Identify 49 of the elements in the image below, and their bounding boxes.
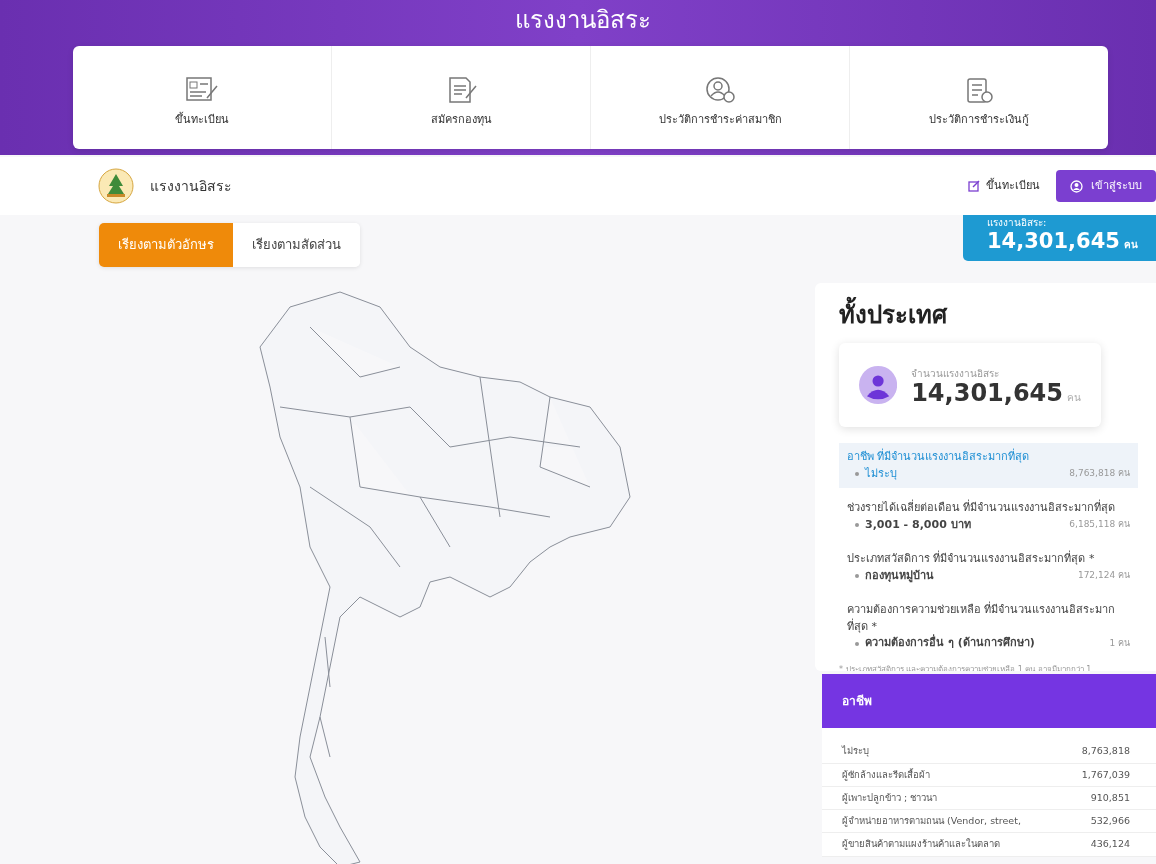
highlight-heading: ช่วงรายได้เฉลี่ยต่อเดือน ที่มีจำนวนแรงงานอิสระมากที่สุด	[847, 500, 1117, 517]
person-coin-icon	[703, 76, 737, 105]
highlight-value: ไม่ระบุ	[865, 465, 897, 482]
emblem-icon	[98, 168, 134, 204]
highlight-value: 3,001 - 8,000 บาท	[865, 516, 971, 533]
register-link[interactable]: ขึ้นทะเบียน	[968, 177, 1040, 195]
occupation-count: 1,767,039	[1081, 767, 1130, 782]
page-title: แรงงานอิสระ	[513, 5, 652, 32]
highlight-heading: ความต้องการความช่วยเหลือ ที่มีจำนวนแรงงานอิสระมากที่สุด *	[847, 602, 1117, 634]
menu-item[interactable]: ประวัติการชำระค่าสมาชิก	[591, 46, 850, 149]
highlight-count: 6,185,118 คน	[1069, 518, 1130, 532]
bullet-icon	[855, 574, 859, 579]
sort-tab[interactable]: เรียงตามสัดส่วน	[233, 223, 360, 267]
highlight-heading: อาชีพ ที่มีจำนวนแรงงานอิสระมากที่สุด	[847, 449, 1031, 466]
highlight-count: 172,124 คน	[1077, 569, 1130, 583]
occupation-name: ผู้เพาะปลูกข้าว ; ชาวนา	[842, 790, 938, 806]
login-button[interactable]: เข้าสู่ระบบ	[1056, 169, 1156, 203]
occupation-count: 8,763,818	[1081, 744, 1130, 759]
occupation-name: ผู้ซักล้างและรีดเสื้อผ้า	[842, 767, 930, 782]
highlight-heading: ประเภทสวัสดิการ ที่มีจำนวนแรงงานอิสระมากที่สุด *	[847, 551, 1096, 568]
highlight-value: กองทุนหมู่บ้าน	[865, 567, 934, 585]
occupation-count: 910,851	[1090, 790, 1130, 805]
menu-item[interactable]: สมัครกองทุน	[332, 46, 591, 149]
bullet-icon	[855, 523, 859, 528]
occupation-name: ไม่ระบุ	[842, 744, 869, 759]
occupation-name: ผู้ขายสินค้าตามแผงร้านค้าและในตลาด	[842, 837, 1000, 852]
highlight-item[interactable]: ความต้องการความช่วยเหลือ ที่มีจำนวนแรงงานอิสระมากที่สุด * ความต้องการอื่น ๆ (ด้านการศึกษา) 1 คน	[839, 596, 1138, 658]
occupation-title: อาชีพ	[822, 674, 1156, 729]
occupation-name: ผู้จำหน่ายอาหารตามถนน (Vendor, street,	[842, 814, 1021, 829]
summary-title: ทั้งประเทศ	[839, 297, 1134, 334]
count-label: แรงงานอิสระ:	[987, 217, 1048, 228]
menu-item[interactable]: ประวัติการชำระเงินกู้	[850, 46, 1108, 149]
highlight-item[interactable]: ช่วงรายได้เฉลี่ยต่อเดือน ที่มีจำนวนแรงงานอิสระมากที่สุด 3,001 - 8,000 บาท 6,185,118 คน	[839, 494, 1138, 540]
occupation-count: 436,124	[1090, 837, 1130, 852]
bullet-icon	[855, 472, 859, 477]
highlight-value: ความต้องการอื่น ๆ (ด้านการศึกษา)	[865, 635, 1035, 652]
total-value: 14,301,645 คน	[911, 380, 1081, 405]
count-value: 14,301,645 คน	[987, 228, 1138, 255]
highlight-item[interactable]: ประเภทสวัสดิการ ที่มีจำนวนแรงงานอิสระมากที่สุด * กองทุนหมู่บ้าน 172,124 คน	[839, 545, 1138, 591]
user-circle-icon	[1070, 179, 1083, 193]
occupation-count: 532,966	[1090, 814, 1130, 829]
highlight-count: 8,763,818 คน	[1069, 467, 1130, 481]
bullet-icon	[855, 641, 859, 646]
menu-item[interactable]: ขึ้นทะเบียน	[73, 46, 332, 149]
footnote: * ประเภทสวัสดิการ และความต้องการความช่วยเหลือ 1 คน อาจมีมากกว่า 1	[839, 663, 1093, 672]
edit-icon	[968, 180, 980, 192]
brand-name: แรงงานอิสระ	[150, 176, 232, 196]
total-label: จำนวนแรงงานอิสระ	[911, 366, 1001, 381]
highlight-count: 1 คน	[1109, 636, 1130, 650]
